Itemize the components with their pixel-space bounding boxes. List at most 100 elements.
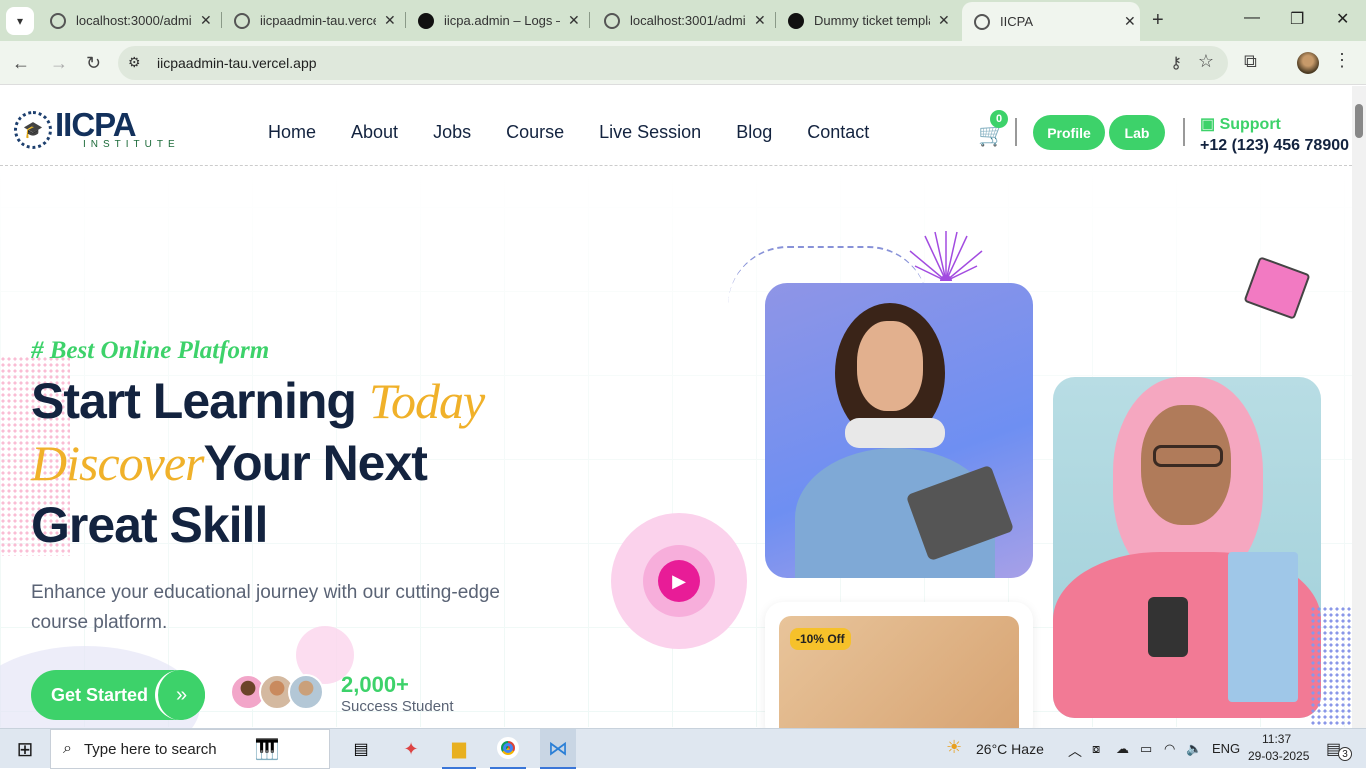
support-phone[interactable]: +12 (123) 456 78900 [1200,137,1349,155]
nav-about[interactable]: About [351,122,398,143]
close-icon[interactable]: ✕ [1124,13,1136,30]
support-icon: ▣ [1200,116,1220,133]
search-icon: ⌕ [63,740,72,757]
tab-3[interactable]: localhost:3001/admin ✕ [592,6,766,35]
weather-text[interactable]: 26°C Haze [976,741,1044,757]
weather-icon[interactable]: ☀ [946,737,962,758]
openai-icon [788,12,804,29]
tab-label: Dummy ticket templa [814,13,930,28]
tab-active[interactable]: IICPA ✕ [962,2,1140,41]
back-icon[interactable]: ← [12,53,30,74]
nav-live-session[interactable]: Live Session [599,122,701,143]
nav-home[interactable]: Home [268,122,316,143]
reload-icon[interactable]: ↻ [86,53,101,74]
scrollbar-thumb[interactable] [1355,104,1363,138]
tab-2[interactable]: iicpa.admin – Logs – V ✕ [406,6,580,35]
vscode-icon[interactable]: ⋈ [540,729,576,769]
nav-blog[interactable]: Blog [736,122,772,143]
tab-label: localhost:3000/admin [76,13,192,28]
tab-label: iicpa.admin – Logs – V [444,13,560,28]
taskbar-search[interactable]: ⌕ Type here to search 🎹 [50,729,330,769]
logo-text: IICPA [55,106,137,143]
chrome-icon[interactable] [490,729,526,769]
dot-pattern-right [1310,606,1352,726]
tab-label: IICPA [1000,14,1033,29]
nav-course[interactable]: Course [506,122,564,143]
wifi-icon[interactable]: ◠ [1164,741,1175,757]
student-avatar [288,674,324,710]
course-card[interactable]: -10% Off [765,602,1033,728]
address-bar[interactable]: ⚙ iicpaadmin-tau.vercel.app ⚷ ☆ [118,46,1228,80]
extensions-icon[interactable]: ⧉ [1244,51,1257,72]
nav-jobs[interactable]: Jobs [433,122,471,143]
star-icon[interactable]: ☆ [1198,51,1214,72]
logo-seal-icon: 🎓 [14,111,52,149]
web-page: 🎓 IICPA INSTITUTE Home About Jobs Course… [0,86,1352,728]
hero-title-line2: DiscoverYour Next [31,435,428,491]
globe-icon [50,12,66,29]
globe-icon [234,12,250,29]
main-nav: Home About Jobs Course Live Session Blog… [268,122,869,143]
copilot-icon[interactable]: ✦ [394,729,428,769]
globe-icon [604,12,620,29]
tab-1[interactable]: iicpaadmin-tau.vercel ✕ [222,6,396,35]
clock-time[interactable]: 11:37 [1262,732,1291,746]
support-label[interactable]: ▣ Support [1200,114,1281,134]
meet-icon[interactable]: ⧇ [1092,741,1100,757]
language-indicator[interactable]: ENG [1212,741,1240,756]
lab-button[interactable]: Lab [1109,115,1165,150]
discount-badge: -10% Off [790,628,851,650]
restore-icon[interactable]: ❐ [1290,9,1304,29]
cloud-icon[interactable]: ☁ [1116,741,1129,757]
battery-icon[interactable]: ▭ [1140,741,1152,757]
student-count: 2,000+ [341,672,409,697]
site-header: 🎓 IICPA INSTITUTE Home About Jobs Course… [0,86,1352,166]
forward-icon[interactable]: → [50,53,68,74]
sunburst-icon [909,231,983,281]
volume-icon[interactable]: 🔈 [1186,741,1202,757]
get-started-button[interactable]: Get Started » [31,670,205,720]
close-window-icon[interactable]: ✕ [1336,9,1349,29]
hero-image-student-books [1053,377,1321,718]
profile-avatar[interactable] [1297,52,1319,74]
student-count-label: Success Student [341,698,454,715]
nav-contact[interactable]: Contact [807,122,869,143]
hero-description: Enhance your educational journey with ou… [31,582,500,633]
new-tab-button[interactable]: + [1152,9,1164,32]
windows-taskbar: ⊞ ⌕ Type here to search 🎹 ▤ ✦ ▆ ⋈ ☀ 26°C… [0,728,1366,769]
browser-toolbar: ← → ↻ ⚙ iicpaadmin-tau.vercel.app ⚷ ☆ ⧉ … [0,41,1366,85]
double-chevron-icon: » [155,670,205,720]
file-explorer-icon[interactable]: ▆ [442,729,476,769]
close-icon[interactable]: ✕ [200,12,212,29]
play-button[interactable]: ▶ [658,560,700,602]
key-icon[interactable]: ⚷ [1170,53,1182,73]
clock-date[interactable]: 29-03-2025 [1248,749,1309,763]
hero-title-line1: Start Learning Today [31,373,485,429]
notification-count: 3 [1338,747,1352,761]
tab-search-button[interactable]: ▾ [6,6,34,35]
windows-start-icon[interactable]: ⊞ [10,729,40,769]
globe-icon [974,13,990,30]
close-icon[interactable]: ✕ [938,12,950,29]
tab-4[interactable]: Dummy ticket templa ✕ [776,6,950,35]
site-info-icon[interactable]: ⚙ [128,54,141,71]
task-view-icon[interactable]: ▤ [346,729,376,769]
tab-label: iicpaadmin-tau.vercel [260,13,376,28]
chevron-up-icon[interactable]: ︿ [1068,741,1082,761]
hero-title-line3: Great Skill [31,497,268,553]
menu-icon[interactable]: ⋮ [1333,50,1351,71]
tab-label: localhost:3001/admin [630,13,746,28]
vercel-icon [418,12,434,29]
close-icon[interactable]: ✕ [384,12,396,29]
minimize-icon[interactable]: — [1244,9,1260,27]
page-scrollbar[interactable] [1352,86,1366,728]
taskbar-search-placeholder: Type here to search [83,740,217,758]
close-icon[interactable]: ✕ [568,12,580,29]
profile-button[interactable]: Profile [1033,115,1105,150]
hero-tagline: # Best Online Platform [31,337,270,364]
close-icon[interactable]: ✕ [754,12,766,29]
tab-0[interactable]: localhost:3000/admin ✕ [38,6,212,35]
site-logo[interactable]: 🎓 IICPA INSTITUTE [14,106,180,150]
url-text[interactable]: iicpaadmin-tau.vercel.app [157,55,317,71]
hero-image-student-tablet [765,283,1033,578]
